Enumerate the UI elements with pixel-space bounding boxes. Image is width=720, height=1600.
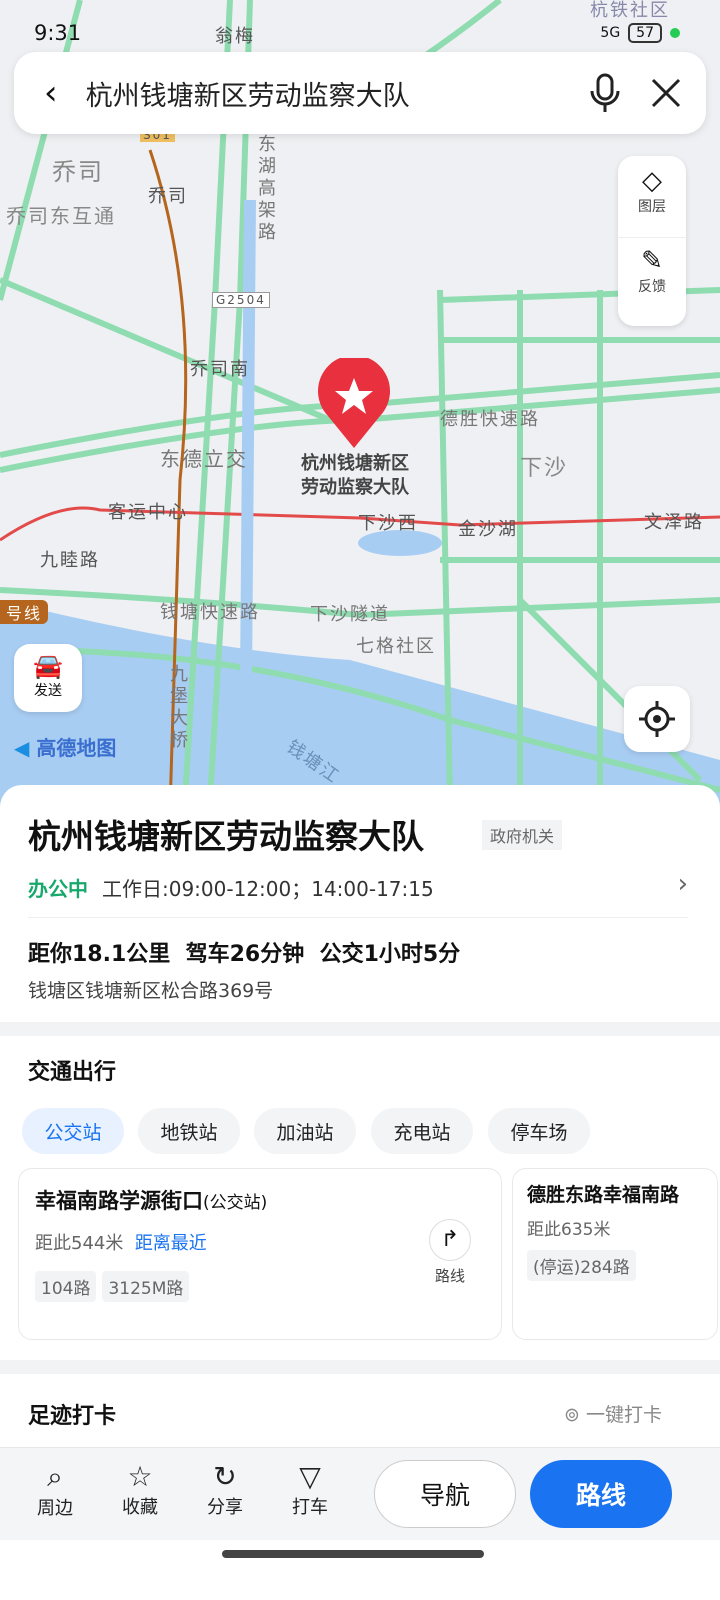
hours: 工作日:09:00-12:00；14:00-17:15 [102, 877, 434, 901]
category-badge: 政府机关 [482, 820, 563, 850]
battery: 57 [628, 23, 662, 43]
share-icon: ↻ [213, 1460, 237, 1493]
map-label: 金沙湖 [458, 519, 518, 540]
status-bar: 9:31 5G 57 [34, 18, 680, 48]
turn-icon: ↱ [429, 1219, 471, 1261]
hours-row[interactable]: 办公中 工作日:09:00-12:00；14:00-17:15 › [28, 869, 688, 918]
map-label: 七格社区 [356, 636, 436, 657]
map-label: 下沙西 [358, 513, 418, 534]
map-label: 客运中心 [108, 502, 188, 523]
stop-card[interactable]: 德胜东路幸福南路 距此635米 (停运)284路 [512, 1168, 718, 1340]
map-label: 东德立交 [160, 447, 248, 471]
dot [670, 28, 680, 38]
map-label: 乔司南 [190, 359, 250, 380]
tab-bus-stop[interactable]: 公交站 [22, 1108, 124, 1154]
star-icon: ☆ [127, 1460, 153, 1493]
locate-button[interactable] [624, 686, 690, 752]
send-button[interactable]: 🚘 发送 [14, 644, 82, 712]
tab-gas[interactable]: 加油站 [254, 1108, 356, 1154]
bottom-bar: ⌕ 周边 ☆ 收藏 ↻ 分享 ▽ 打车 导航 路线 [0, 1447, 720, 1540]
logo-icon: ◀ [14, 736, 30, 760]
pencil-icon: ✎ [641, 246, 663, 276]
place-marker[interactable] [316, 355, 392, 454]
place-title: 杭州钱塘新区劳动监察大队 [28, 817, 424, 856]
search-bar[interactable]: ‹ 杭州钱塘新区劳动监察大队 [14, 52, 706, 134]
map-tools: ◇ 图层 ✎ 反馈 [618, 156, 686, 326]
map-label: 乔司 [52, 158, 104, 186]
map-label: 东湖高架路 [255, 134, 276, 244]
taxi-icon: ▽ [299, 1460, 321, 1493]
section-title: 交通出行 [28, 1060, 117, 1085]
map-label: 号线 [0, 600, 49, 624]
back-icon[interactable]: ‹ [44, 73, 58, 113]
route-button[interactable]: 路线 [530, 1460, 672, 1528]
location-pin-icon: ⊚ [564, 1404, 580, 1426]
map-label: 下沙隧道 [310, 604, 390, 625]
search-query[interactable]: 杭州钱塘新区劳动监察大队 [86, 74, 588, 113]
network: 5G [600, 25, 621, 41]
map[interactable]: 翁梅 乔司 乔司东互通 乔司 乔司南 东德立交 客运中心 九睦路 下沙西 金沙湖… [0, 0, 720, 811]
divider [0, 1022, 720, 1036]
map-label: 文泽路 [644, 512, 704, 533]
taxi-button[interactable]: ▽ 打车 [280, 1460, 340, 1519]
address: 钱塘区钱塘新区松合路369号 [28, 980, 274, 1002]
section-title: 足迹打卡 [28, 1404, 117, 1429]
map-label: 钱塘快速路 [160, 602, 260, 623]
layers-icon: ◇ [642, 166, 662, 196]
map-label: 乔司 [148, 186, 188, 207]
distance-row: 距你18.1公里 驾车26分钟 公交1小时5分 [28, 942, 461, 967]
locate-icon [639, 701, 675, 737]
open-status: 办公中 [28, 877, 88, 901]
car-icon: 🚘 [33, 652, 63, 680]
microphone-icon[interactable] [588, 73, 622, 113]
map-label: 九睦路 [40, 550, 100, 571]
map-label: 下沙 [520, 456, 569, 481]
layers-button[interactable]: ◇ 图层 [618, 156, 686, 238]
map-label: 乔司东互通 [6, 204, 116, 228]
favorite-button[interactable]: ☆ 收藏 [110, 1460, 170, 1519]
marker-label: 杭州钱塘新区 劳动监察大队 [301, 453, 409, 498]
feedback-button[interactable]: ✎ 反馈 [618, 238, 686, 296]
checkin-button[interactable]: ⊚ 一键打卡 [564, 1400, 662, 1427]
clock: 9:31 [34, 21, 82, 45]
divider [0, 1360, 720, 1374]
close-icon[interactable] [650, 77, 682, 109]
chevron-right-icon: › [677, 869, 688, 899]
amap-logo: ◀ 高德地图 [14, 736, 117, 760]
stop-card[interactable]: 幸福南路学源街口(公交站) 距此544米 距离最近 104路 3125M路 ↱ 路线 [18, 1168, 502, 1340]
tab-subway[interactable]: 地铁站 [138, 1108, 240, 1154]
search-icon: ⌕ [47, 1460, 63, 1493]
map-label: 九堡大桥 [167, 664, 188, 752]
navigate-button[interactable]: 导航 [374, 1460, 516, 1528]
map-label: G2504 [212, 292, 270, 308]
route-button[interactable]: ↱ 路线 [429, 1219, 471, 1286]
share-button[interactable]: ↻ 分享 [195, 1460, 255, 1519]
tab-parking[interactable]: 停车场 [488, 1108, 590, 1154]
map-label: 德胜快速路 [440, 409, 540, 430]
home-indicator[interactable] [222, 1550, 484, 1558]
tab-charging[interactable]: 充电站 [371, 1108, 473, 1154]
nearby-button[interactable]: ⌕ 周边 [25, 1460, 85, 1520]
